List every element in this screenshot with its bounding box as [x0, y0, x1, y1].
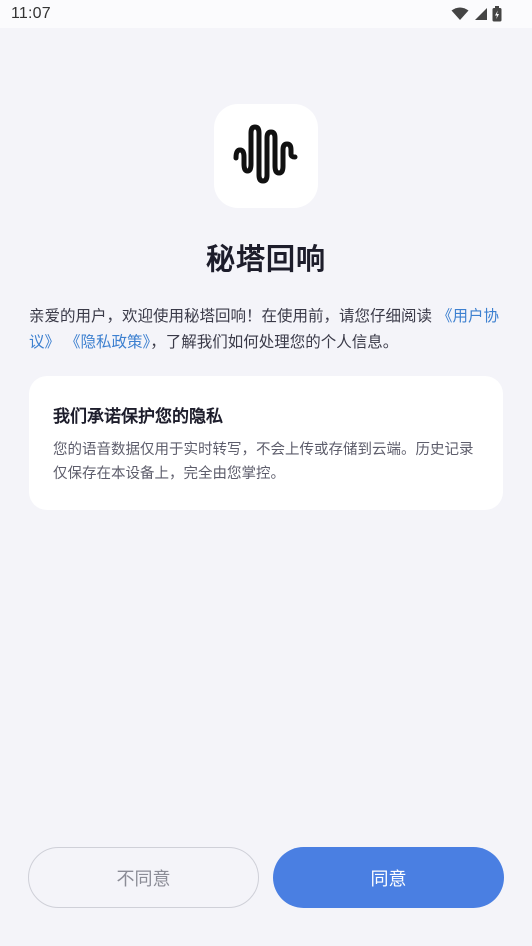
battery-icon	[492, 6, 502, 22]
privacy-policy-link[interactable]: 《隐私政策》	[65, 333, 150, 351]
card-body: 您的语音数据仅用于实时转写，不会上传或存储到云端。历史记录仅保存在本设备上，完全…	[53, 442, 474, 482]
decline-button[interactable]: 不同意	[28, 847, 259, 908]
app-logo	[214, 104, 318, 208]
privacy-promise-card: 我们承诺保护您的隐私 您的语音数据仅用于实时转写，不会上传或存储到云端。历史记录…	[29, 376, 503, 510]
wifi-icon	[451, 7, 469, 21]
intro-paragraph: 亲爱的用户，欢迎使用秘塔回响！在使用前，请您仔细阅读 《用户协议》 《隐私政策》…	[29, 303, 505, 355]
status-time: 11:07	[11, 5, 51, 22]
status-icons	[451, 6, 502, 22]
intro-text-before: 亲爱的用户，欢迎使用秘塔回响！在使用前，请您仔细阅读	[29, 307, 433, 325]
agree-button[interactable]: 同意	[273, 847, 504, 908]
card-title: 我们承诺保护您的隐私	[53, 407, 223, 427]
app-title: 秘塔回响	[205, 242, 326, 276]
soundwave-logo-icon	[232, 124, 300, 188]
intro-text-after: ，了解我们如何处理您的个人信息。	[150, 333, 399, 351]
privacy-consent-screen: 11:07 秘塔回响 亲爱的用户，欢迎使用秘塔回响！在使用前，请您仔细阅读 《用…	[0, 0, 532, 946]
signal-icon	[473, 7, 488, 21]
status-bar: 11:07	[0, 0, 532, 28]
